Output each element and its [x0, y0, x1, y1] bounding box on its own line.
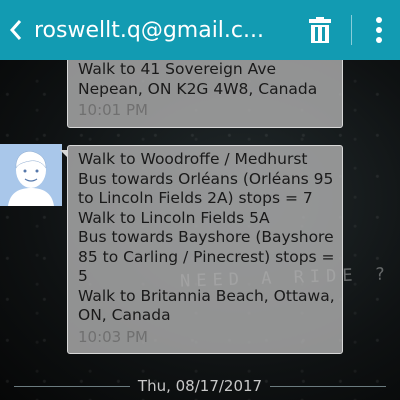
divider-line	[270, 385, 387, 387]
delete-button[interactable]	[295, 0, 345, 60]
message-line: Bus towards Orléans (Orléans 95	[78, 169, 334, 188]
message-line: Walk to 41 Sovereign Ave	[78, 60, 277, 78]
conversation-title[interactable]: roswellt.q@gmail.c...	[32, 18, 295, 43]
message-line: 85 to Carling / Pinecrest) stops =	[78, 247, 335, 266]
message-line: 5	[78, 267, 88, 285]
trash-icon	[309, 17, 331, 43]
message-bubble[interactable]: Walk to Woodroffe / Medhurst Bus towards…	[60, 145, 343, 354]
toolbar-divider	[351, 15, 352, 45]
more-options-button[interactable]	[358, 0, 400, 60]
message-line: Bus towards Bayshore (Bayshore	[78, 228, 334, 246]
message-line: to Lincoln Fields 2A) stops = 7	[78, 189, 313, 207]
avatar-face-icon	[0, 144, 62, 206]
message-line: Nepean, ON K2G 4W8, Canada	[78, 79, 318, 98]
divider-line	[14, 385, 130, 387]
contact-avatar[interactable]	[0, 144, 62, 206]
app-bar: roswellt.q@gmail.c...	[0, 0, 400, 60]
message-line: Walk to Lincoln Fields 5A	[78, 208, 270, 227]
more-vertical-icon	[376, 17, 382, 43]
back-button[interactable]	[0, 0, 32, 60]
date-label: Thu, 08/17/2017	[137, 377, 263, 395]
message-bubble[interactable]: Walk to 41 Sovereign Ave Nepean, ON K2G …	[67, 48, 343, 128]
message-time: 10:01 PM	[78, 101, 148, 119]
message-line: Walk to Britannia Beach, Ottawa,	[78, 286, 335, 305]
message-line: Walk to Woodroffe / Medhurst	[78, 150, 308, 168]
chevron-left-icon	[9, 20, 22, 40]
message-line: ON, Canada	[78, 306, 171, 324]
date-divider: Thu, 08/17/2017	[0, 376, 400, 396]
message-time: 10:03 PM	[78, 327, 148, 346]
